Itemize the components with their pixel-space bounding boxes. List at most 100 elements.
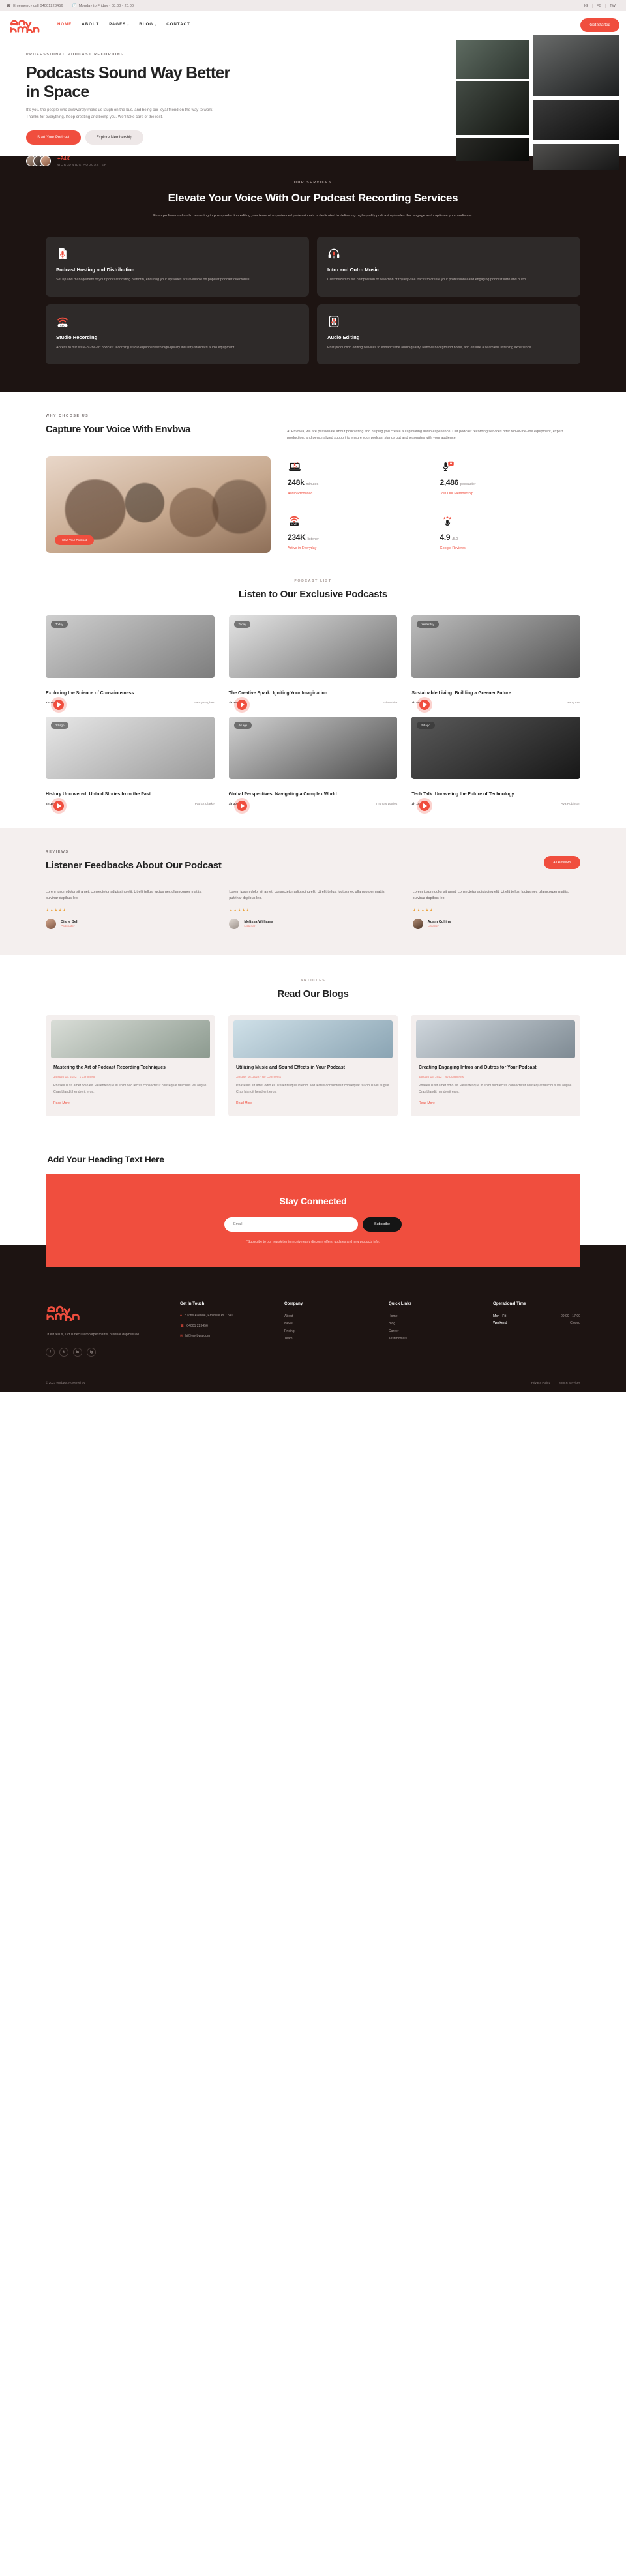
podcast-author: Harry Lee <box>566 701 580 705</box>
blog-meta: January 16, 2022 · No Comments <box>236 1075 281 1079</box>
newsletter-note: *Subscribe to our newsletter to receive … <box>246 1239 380 1244</box>
blog-thumbnail <box>233 1020 393 1059</box>
stat-label: Audio Produced <box>288 492 313 496</box>
reviewer-name: Melissa Williams <box>244 919 273 924</box>
service-card-intro-outro-music[interactable]: Intro and Outro Music Customized music c… <box>317 236 580 297</box>
subscribe-button[interactable]: Subscribe <box>363 1217 402 1232</box>
stat-unit: minutes <box>306 482 319 487</box>
footer-link-team[interactable]: Team <box>284 1335 372 1342</box>
podcaster-count: +24K <box>57 156 70 162</box>
nav-item-blog[interactable]: BLOG ▾ <box>139 23 156 27</box>
site-logo[interactable] <box>9 16 43 34</box>
footer-link-career[interactable]: Career <box>389 1328 476 1335</box>
start-your-podcast-button[interactable]: Start Your Podcast <box>26 130 81 145</box>
podcast-card[interactable]: 4d ago Global Perspectives: Navigating a… <box>228 716 398 814</box>
stat-unit: /5.0 <box>452 537 458 542</box>
review-card: Lorem ipsum dolor sit amet, consectetur … <box>46 889 213 930</box>
nav-item-about[interactable]: ABOUT <box>82 23 99 27</box>
terms-link[interactable]: Term & Services <box>558 1381 580 1384</box>
podcast-title: The Creative Spark: Igniting Your Imagin… <box>228 691 328 696</box>
laptop-microphone-icon <box>288 460 428 473</box>
blogs-section: ARTICLES Read Our Blogs Mastering the Ar… <box>0 955 626 1141</box>
footer-link-news[interactable]: News <box>284 1320 372 1327</box>
footer-column-title: Get In Touch <box>180 1301 205 1306</box>
blog-card[interactable]: Mastering the Art of Podcast Recording T… <box>46 1015 215 1116</box>
avatar <box>229 919 240 930</box>
footer-logo[interactable] <box>46 1301 83 1324</box>
stat-unit: podcaster <box>460 482 476 487</box>
podcast-author: Thomas Davies <box>376 802 398 806</box>
svg-text:LIVE: LIVE <box>291 523 297 526</box>
footer-contact-email[interactable]: ✉ hi@envbwa.com <box>180 1333 267 1339</box>
podcast-card[interactable]: Today Exploring the Science of Conscious… <box>46 615 215 713</box>
all-reviews-button[interactable]: All Reviews <box>544 855 580 869</box>
explore-membership-button[interactable]: Explore Membership <box>85 130 143 145</box>
podcast-card[interactable]: Yesterday Sustainable Living: Building a… <box>411 615 580 713</box>
nav-item-home[interactable]: HOME <box>57 23 72 27</box>
footer-contact-address[interactable]: ● 8 Pitts Avenue, Emsville PL7 5AL <box>180 1313 267 1319</box>
footer-link-home[interactable]: Home <box>389 1313 476 1320</box>
play-button[interactable] <box>417 797 433 814</box>
podcast-title: Sustainable Living: Building a Greener F… <box>411 691 511 696</box>
footer-link-blog[interactable]: Blog <box>389 1320 476 1327</box>
nav-item-pages[interactable]: PAGES ▾ <box>109 23 129 27</box>
podcast-badge: Yesterday <box>417 621 439 629</box>
podcast-card[interactable]: 2d ago History Uncovered: Untold Stories… <box>46 716 215 814</box>
footer-contact-column: Get In Touch ● 8 Pitts Avenue, Emsville P… <box>180 1301 267 1344</box>
footer-contact-phone[interactable]: ☎ 04001 223456 <box>180 1324 267 1329</box>
service-title: Podcast Hosting and Distribution <box>56 266 135 273</box>
play-button[interactable] <box>417 696 433 713</box>
blog-title: Utilizing Music and Sound Effects in You… <box>236 1065 345 1071</box>
topbar-phone: ☎ Emergency call 04001223456 <box>7 4 63 8</box>
twitter-icon[interactable]: t <box>59 1347 68 1357</box>
location-icon: ● <box>180 1313 183 1318</box>
podcast-card[interactable]: 5d ago Tech Talk: Unraveling the Future … <box>411 716 580 814</box>
podcast-thumbnail: 5d ago <box>411 716 580 779</box>
footer-link-about[interactable]: About <box>284 1313 372 1320</box>
podcast-card[interactable]: Today The Creative Spark: Igniting Your … <box>228 615 398 713</box>
footer-link-testimonials[interactable]: Testimonials <box>389 1335 476 1342</box>
read-more-link[interactable]: Read More <box>419 1101 435 1105</box>
review-text: Lorem ipsum dolor sit amet, consectetur … <box>229 889 385 901</box>
nav-item-contact[interactable]: CONTACT <box>166 23 190 27</box>
stat-number: 248k <box>288 478 305 488</box>
play-button[interactable] <box>233 696 250 713</box>
footer-company-column: Company About News Pricing Team <box>284 1301 372 1343</box>
hero-image <box>533 144 619 170</box>
read-more-link[interactable]: Read More <box>236 1101 252 1105</box>
microphone-stars-icon <box>440 515 581 528</box>
play-button[interactable] <box>51 696 67 713</box>
instagram-icon[interactable]: ig <box>87 1347 96 1357</box>
service-card-audio-editing[interactable]: Audio Editing Post-production editing se… <box>317 304 580 364</box>
play-button[interactable] <box>51 797 67 814</box>
social-twitter-link[interactable]: TW <box>605 3 619 8</box>
linkedin-icon[interactable]: in <box>73 1347 82 1357</box>
service-card-podcast-hosting[interactable]: Podcast Hosting and Distribution Set up … <box>46 236 309 297</box>
blog-card[interactable]: Creating Engaging Intros and Outros for … <box>411 1015 580 1116</box>
get-started-button[interactable]: Get Started <box>580 18 619 32</box>
blog-excerpt: Phasellus sit amet odio ex. Pellentesque… <box>53 1084 207 1094</box>
services-section: OUR SERVICES Elevate Your Voice With Our… <box>0 156 626 392</box>
facebook-icon[interactable]: f <box>46 1347 55 1357</box>
email-input[interactable] <box>224 1217 358 1232</box>
services-lede: From professional audio recording to pos… <box>153 214 473 218</box>
play-button[interactable] <box>233 797 250 814</box>
privacy-policy-link[interactable]: Privacy Policy <box>531 1381 550 1384</box>
newsletter-title: Stay Connected <box>279 1195 347 1206</box>
stat-label: Google Reviews <box>440 546 466 551</box>
social-instagram-link[interactable]: IG <box>580 4 592 8</box>
podcast-title: Tech Talk: Unraveling the Future of Tech… <box>411 792 514 797</box>
hero-title: Podcasts Sound Way Better in Space <box>26 64 230 101</box>
clock-icon: 🕑 <box>72 3 77 8</box>
stat-number: 234K <box>288 533 306 542</box>
blog-card[interactable]: Utilizing Music and Sound Effects in You… <box>228 1015 398 1116</box>
service-card-studio-recording[interactable]: REC Studio Recording Access to our state… <box>46 304 309 364</box>
footer-link-pricing[interactable]: Pricing <box>284 1328 372 1335</box>
social-facebook-link[interactable]: FB <box>591 3 605 8</box>
hero-image <box>456 81 529 135</box>
read-more-link[interactable]: Read More <box>53 1101 70 1105</box>
podcast-thumbnail: Today <box>228 615 398 679</box>
start-your-podcast-pill[interactable]: Start Your Podcast <box>55 535 95 546</box>
hero-eyebrow: PROFESSIONAL PODCAST RECORDING <box>26 53 125 57</box>
blogs-title: Read Our Blogs <box>277 988 349 1000</box>
